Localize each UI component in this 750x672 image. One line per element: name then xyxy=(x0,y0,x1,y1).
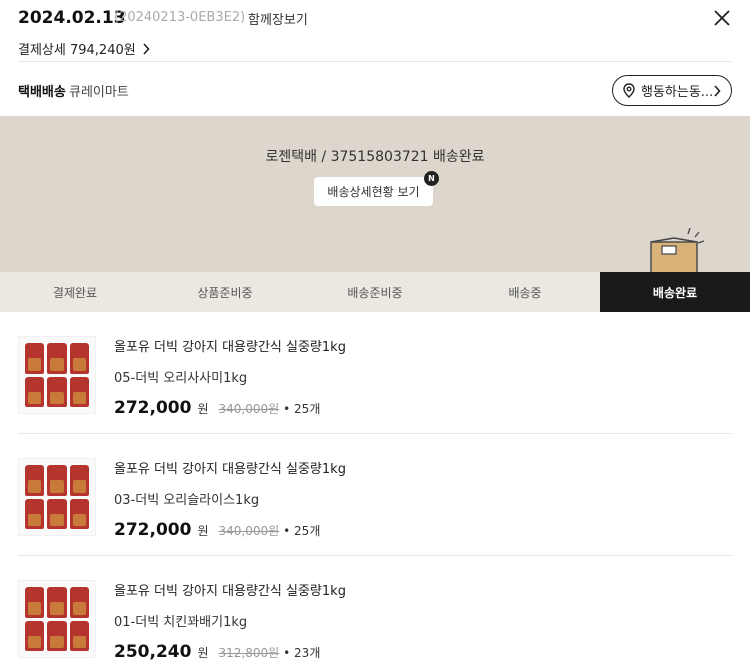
currency-label: 원 xyxy=(197,524,209,538)
delivery-box-icon xyxy=(650,228,705,274)
close-button[interactable] xyxy=(712,8,732,28)
currency-label: 원 xyxy=(197,402,209,416)
step-in-transit: 배송중 xyxy=(508,285,542,300)
payment-detail-link[interactable]: 결제상세 794,240원 xyxy=(18,39,150,58)
product-name[interactable]: 올포유 더빅 강아지 대용량간식 실중량1kg xyxy=(114,458,346,477)
sale-price: 272,000 xyxy=(114,398,192,418)
shipping-row: 택배배송 큐레이마트 행동하는동... xyxy=(18,62,732,116)
price-row: 250,240 원 312,800원 • 23개 xyxy=(114,642,320,662)
original-price: 340,000원 xyxy=(218,524,280,538)
order-item[interactable]: 올포유 더빅 강아지 대용량간식 실중량1kg 05-더빅 오리사사미1kg 2… xyxy=(18,312,732,434)
order-header: 2024.02.13 (20240213-0EB3E2) 함께장보기 결제상세 … xyxy=(18,8,732,62)
shipping-type: 택배배송 xyxy=(18,85,66,100)
price-row: 272,000 원 340,000원 • 25개 xyxy=(114,520,320,540)
step-preparing-product: 상품준비중 xyxy=(197,285,253,300)
order-item[interactable]: 올포유 더빅 강아지 대용량간식 실중량1kg 01-더빅 치킨꽈배기1kg 2… xyxy=(18,556,732,672)
step-payment-complete: 결제완료 xyxy=(52,285,98,300)
product-thumbnail[interactable] xyxy=(18,336,96,414)
product-option: 03-더빅 오리슬라이스1kg xyxy=(114,493,260,508)
delivery-status-panel: 로젠택배 / 37515803721 배송완료 배송상세현황 보기 N xyxy=(0,116,750,274)
product-option: 05-더빅 오리사사미1kg xyxy=(114,371,248,386)
location-pin-icon xyxy=(623,83,635,98)
sale-price: 272,000 xyxy=(114,520,192,540)
shipping-vendor: 큐레이마트 xyxy=(69,85,129,100)
order-item-list: 올포유 더빅 강아지 대용량간식 실중량1kg 05-더빅 오리사사미1kg 2… xyxy=(18,312,732,672)
order-item[interactable]: 올포유 더빅 강아지 대용량간식 실중량1kg 03-더빅 오리슬라이스1kg … xyxy=(18,434,732,556)
quantity: • 25개 xyxy=(283,524,321,538)
close-icon[interactable] xyxy=(712,8,732,28)
step-delivered: 배송완료 xyxy=(600,272,750,312)
together-shopping-label: 함께장보기 xyxy=(248,13,308,28)
currency-label: 원 xyxy=(197,646,209,660)
location-action-label: 행동하는동... xyxy=(641,85,714,100)
new-badge: N xyxy=(424,171,439,186)
delivery-steps: 결제완료 상품준비중 배송준비중 배송중 배송완료 xyxy=(0,272,750,312)
price-row: 272,000 원 340,000원 • 25개 xyxy=(114,398,320,418)
chevron-right-icon xyxy=(143,42,150,55)
location-action-button[interactable]: 행동하는동... xyxy=(612,75,732,106)
order-id: (20240213-0EB3E2) xyxy=(114,10,246,25)
product-option: 01-더빅 치킨꽈배기1kg xyxy=(114,615,248,630)
product-thumbnail[interactable] xyxy=(18,580,96,658)
order-date: 2024.02.13 xyxy=(18,8,126,28)
quantity: • 23개 xyxy=(283,646,321,660)
payment-detail-label: 결제상세 794,240원 xyxy=(18,43,136,58)
quantity: • 25개 xyxy=(283,402,321,416)
carrier-tracking-text: 로젠택배 / 37515803721 배송완료 xyxy=(265,149,485,165)
product-thumbnail[interactable] xyxy=(18,458,96,536)
original-price: 340,000원 xyxy=(218,402,280,416)
chevron-right-icon xyxy=(714,85,721,97)
product-name[interactable]: 올포유 더빅 강아지 대용량간식 실중량1kg xyxy=(114,580,346,599)
sale-price: 250,240 xyxy=(114,642,192,662)
step-preparing-shipment: 배송준비중 xyxy=(347,285,403,300)
product-name[interactable]: 올포유 더빅 강아지 대용량간식 실중량1kg xyxy=(114,336,346,355)
delivery-detail-button[interactable]: 배송상세현황 보기 xyxy=(314,177,433,206)
original-price: 312,800원 xyxy=(218,646,280,660)
